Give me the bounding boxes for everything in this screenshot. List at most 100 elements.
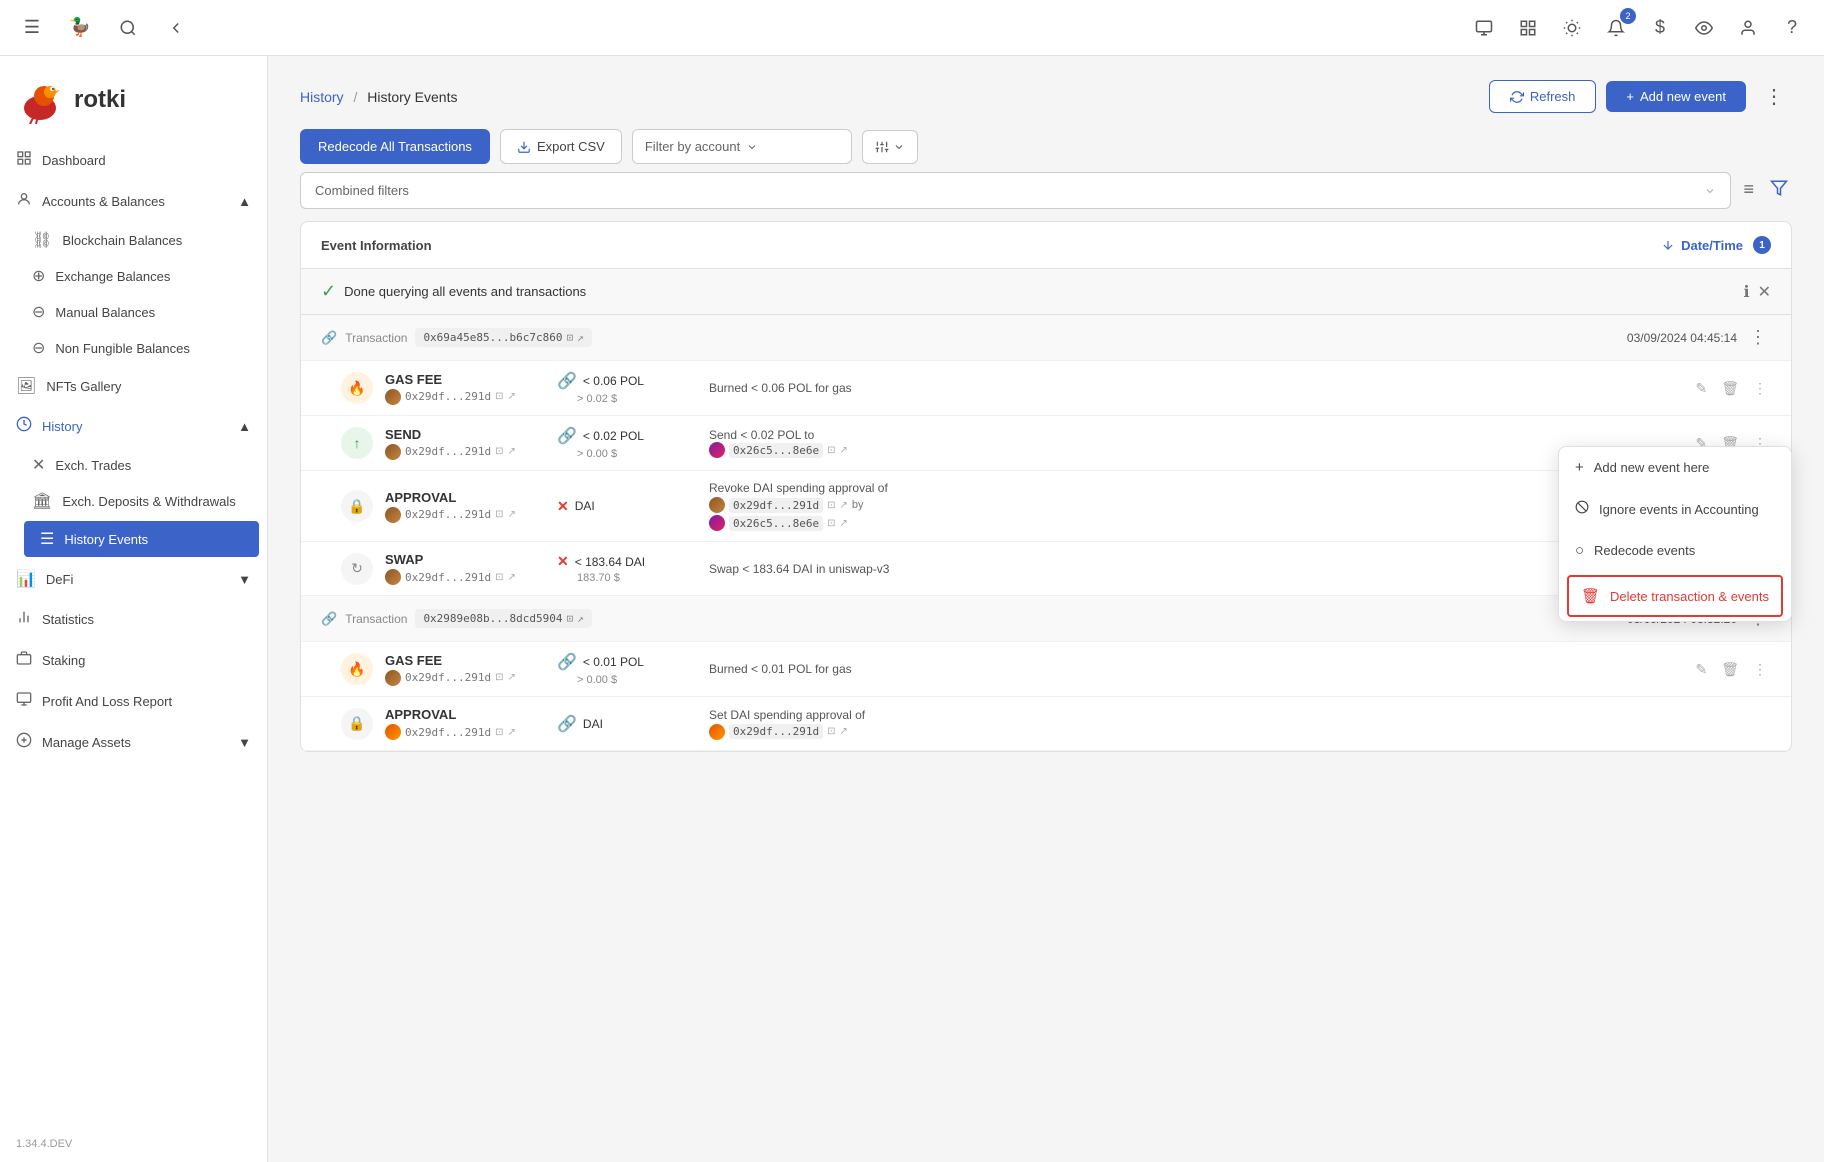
export-csv-button[interactable]: Export CSV [500,129,622,164]
ctx-recode[interactable]: ○ Redecode events [1559,530,1791,571]
ctx-delete-label: Delete transaction & events [1610,589,1769,604]
gas2-event-desc: Burned < 0.01 POL for gas [709,662,1679,676]
tx-link-icon[interactable]: ↗ [577,331,584,344]
sidebar-group-accounts[interactable]: Accounts & Balances ▲ [0,181,267,222]
swap-addr-link[interactable]: ↗ [507,572,515,583]
sidebar-item-history-events[interactable]: ☰ History Events [24,521,259,557]
sidebar-item-manual[interactable]: ⊖ Manual Balances [16,294,267,330]
filter-account-dropdown[interactable]: Filter by account [632,129,852,164]
approval-addr-link[interactable]: ↗ [507,509,515,520]
approval2-addr-link[interactable]: ↗ [507,727,515,738]
ctx-add-event[interactable]: + Add new event here [1559,447,1791,488]
gas2-amount: < 0.01 POL [583,655,644,669]
swap-addr-copy[interactable]: ⊡ [495,572,503,583]
code-icon[interactable] [1468,12,1500,44]
ctx-ignore[interactable]: Ignore events in Accounting [1559,488,1791,530]
ctx-ignore-icon [1575,500,1589,518]
search-icon[interactable] [112,12,144,44]
gas-addr-link[interactable]: ↗ [507,391,515,402]
send-usd: > 0.00 $ [577,448,617,460]
approval-addr-copy[interactable]: ⊡ [495,509,503,520]
approval-link1[interactable]: ↗ [839,500,847,511]
approval2-copy[interactable]: ⊡ [827,726,835,737]
bird-icon[interactable]: 🦆 [64,12,96,44]
add-event-button[interactable]: + Add new event [1606,81,1746,112]
sidebar-item-blockchain[interactable]: ⛓ Blockchain Balances [16,222,267,258]
gas-addr-copy[interactable]: ⊡ [495,391,503,402]
table-header-right[interactable]: Date/Time 1 [1661,236,1771,254]
send-event-icon: ↑ [341,427,373,459]
gas-edit-btn[interactable]: ✎ [1691,378,1711,399]
theme-icon[interactable] [1556,12,1588,44]
gas-delete-btn[interactable]: 🗑 [1717,378,1743,399]
sidebar-group-assets-label: Manage Assets [42,735,131,750]
sidebar-item-statistics[interactable]: Statistics [0,599,267,640]
sidebar-group-defi[interactable]: 📊 DeFi ▼ [0,559,267,599]
approval-link2[interactable]: ↗ [839,518,847,529]
sidebar-group-history[interactable]: History ▲ [0,406,267,447]
help-icon[interactable]: ? [1776,12,1808,44]
sidebar-item-nfts-gallery[interactable]: 🖼 NFTs Gallery [0,366,267,406]
send-to-link[interactable]: ↗ [839,445,847,456]
eye-icon[interactable] [1688,12,1720,44]
menu-icon[interactable]: ☰ [16,12,48,44]
layout-icon[interactable] [1512,12,1544,44]
dollar-icon[interactable]: $ [1644,12,1676,44]
approval2-addr-copy[interactable]: ⊡ [495,727,503,738]
ctx-delete[interactable]: 🗑 Delete transaction & events [1567,575,1783,617]
send-addr-link[interactable]: ↗ [507,446,515,457]
sidebar-item-profit-loss[interactable]: Profit And Loss Report [0,681,267,722]
approval-copy2[interactable]: ⊡ [827,518,835,529]
notification-wrap: 2 [1600,12,1632,44]
status-close-icon[interactable]: ✕ [1758,282,1771,302]
header-more-button[interactable]: ⋮ [1756,80,1792,113]
user-icon[interactable] [1732,12,1764,44]
ctx-recode-icon: ○ [1575,542,1584,559]
approval-event-token: ✕ DAI [557,498,697,515]
add-plus-icon: + [1626,89,1634,104]
sidebar-group-assets[interactable]: Manage Assets ▼ [0,722,267,763]
send-addr-copy[interactable]: ⊡ [495,446,503,457]
sidebar: rotki Dashboard Accounts & Balances ▲ [0,56,268,1162]
sidebar-item-nft[interactable]: ⊖ Non Fungible Balances [16,330,267,366]
tx-more-button[interactable]: ⋮ [1745,325,1771,350]
sidebar-version: 1.34.4.DEV [0,1126,267,1162]
tx-copy-icon[interactable]: ⊡ [567,331,574,344]
sidebar-item-exch-trades[interactable]: ✕ Exch. Trades [16,447,267,483]
sidebar-item-exchange[interactable]: ⊕ Exchange Balances [16,258,267,294]
status-info-icon[interactable]: ℹ [1744,282,1750,302]
swap-amount: < 183.64 DAI [575,555,645,569]
approval-token-row: ✕ DAI [557,498,595,515]
accounts-sub-menu: ⛓ Blockchain Balances ⊕ Exchange Balance… [0,222,267,366]
nft-icon: ⊖ [32,338,45,358]
approval-copy1[interactable]: ⊡ [827,500,835,511]
combined-filter-input[interactable]: Combined filters [300,172,1731,209]
filter-funnel-icon[interactable] [1766,175,1792,206]
history-chevron-icon: ▲ [238,419,251,434]
gas2-event-addr: 0x29df...291d ⊡ ↗ [385,670,545,686]
recode-all-button[interactable]: Redecode All Transactions [300,129,490,164]
gas2-addr-link[interactable]: ↗ [507,672,515,683]
send-to-copy[interactable]: ⊡ [827,445,835,456]
gas2-edit-btn[interactable]: ✎ [1691,659,1711,680]
filter-sort-icon[interactable]: ≡ [1739,175,1758,206]
refresh-button[interactable]: Refresh [1489,80,1597,113]
gas2-usd: > 0.00 $ [577,674,617,686]
history-sub-menu: ✕ Exch. Trades 🏛 Exch. Deposits & Withdr… [0,447,267,559]
gas2-more-btn[interactable]: ⋮ [1749,659,1771,680]
back-icon[interactable] [160,12,192,44]
breadcrumb-parent[interactable]: History [300,89,344,105]
chain-link-icon: 🔗 [321,330,337,346]
sidebar-logo: rotki [0,56,267,140]
approval2-linkout[interactable]: ↗ [839,726,847,737]
export-icon [517,140,531,154]
gas-more-btn[interactable]: ⋮ [1749,378,1771,399]
gas2-addr-copy[interactable]: ⊡ [495,672,503,683]
sidebar-item-dashboard[interactable]: Dashboard [0,140,267,181]
gas2-delete-btn[interactable]: 🗑 [1717,659,1743,680]
sidebar-item-exch-deposits[interactable]: 🏛 Exch. Deposits & Withdrawals [16,483,267,519]
tx2-link-icon[interactable]: ↗ [577,612,584,625]
sidebar-item-staking[interactable]: Staking [0,640,267,681]
tx2-copy-icon[interactable]: ⊡ [567,612,574,625]
filter-options-button[interactable] [862,130,918,164]
